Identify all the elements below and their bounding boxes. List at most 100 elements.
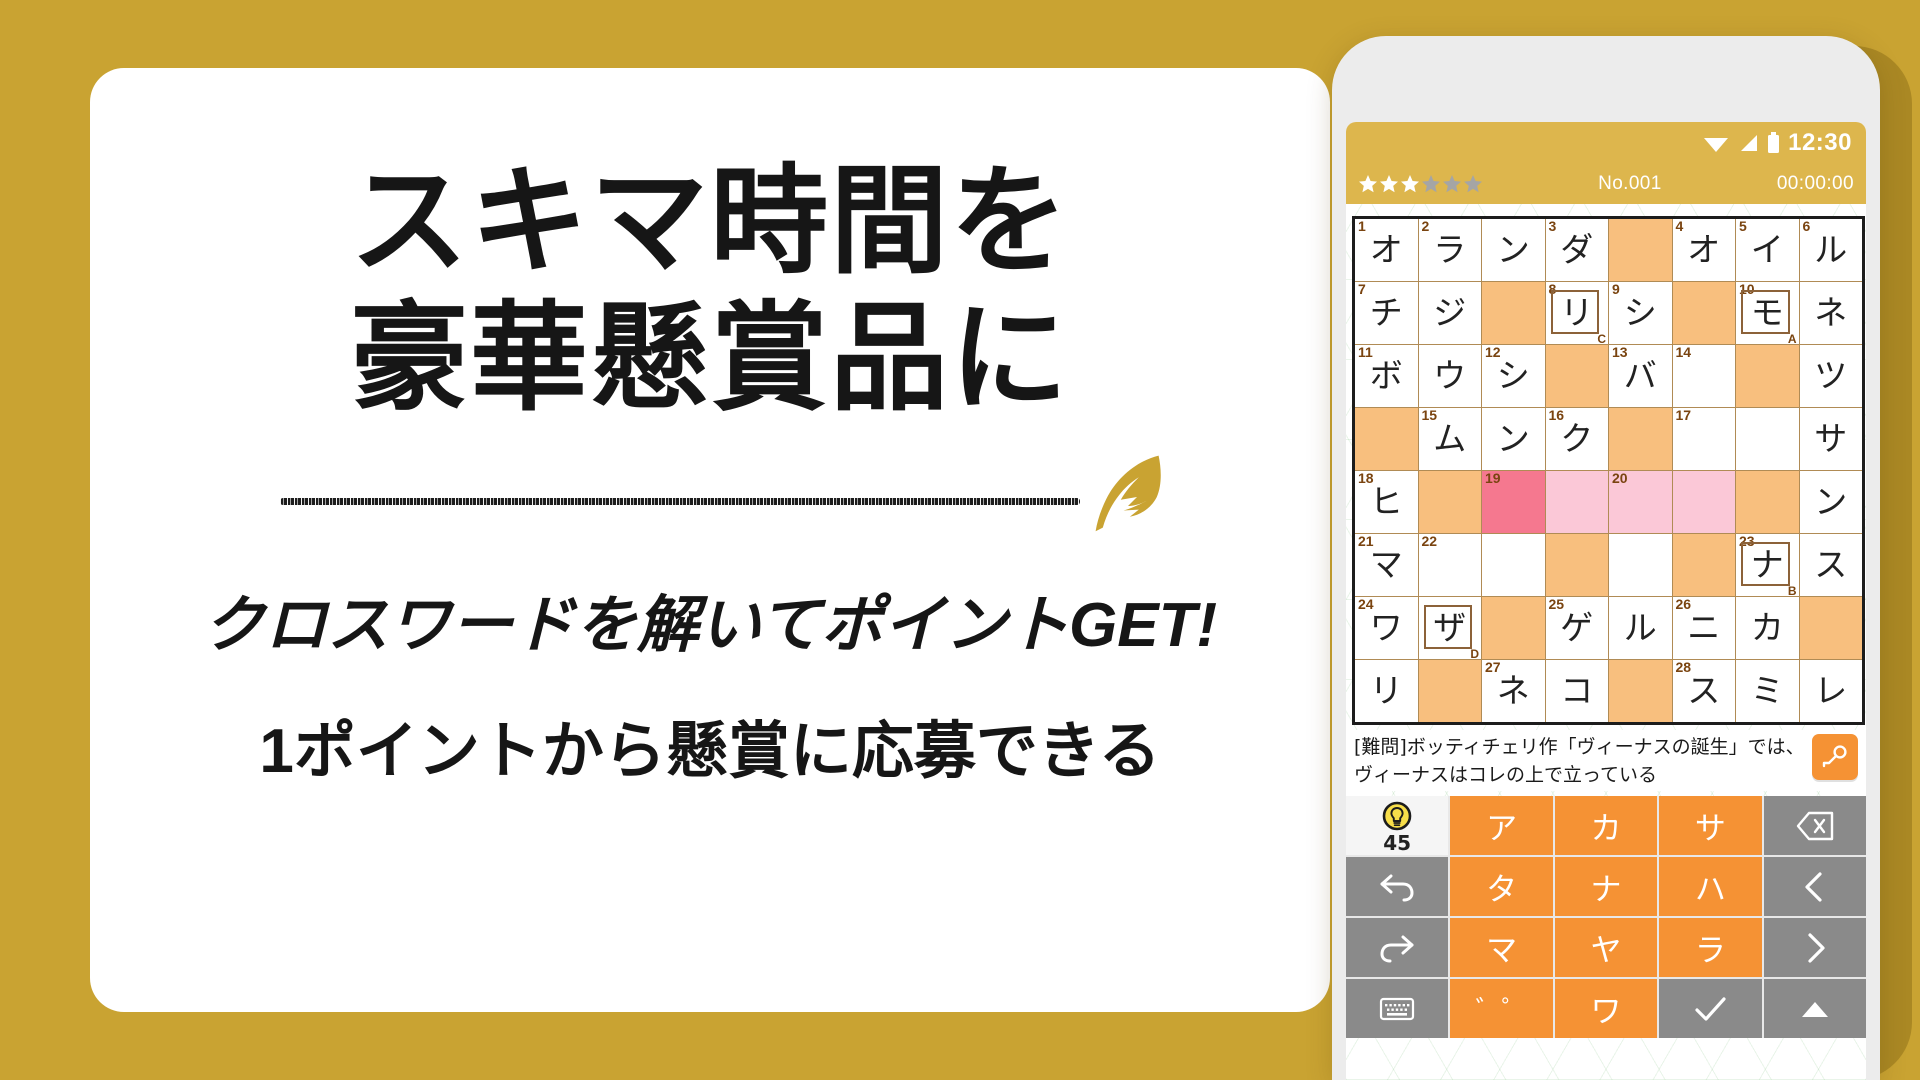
crossword-cell[interactable]: ン bbox=[1481, 407, 1546, 471]
crossword-cell-blocked[interactable] bbox=[1481, 281, 1546, 345]
kana-keyboard[interactable]: 45 ア カ サタ ナ ハマ ヤ ラ゛゜ ワ bbox=[1346, 796, 1866, 1039]
crossword-cell[interactable]: 23 ナ B bbox=[1735, 533, 1800, 597]
cell-number: 24 bbox=[1358, 596, 1374, 612]
key-dakuten[interactable]: ゛゜ bbox=[1450, 979, 1553, 1039]
crossword-cell[interactable]: ウ bbox=[1417, 344, 1482, 408]
crossword-cell-blocked[interactable] bbox=[1417, 470, 1482, 534]
prev-key[interactable] bbox=[1763, 857, 1866, 917]
next-key[interactable] bbox=[1763, 918, 1866, 978]
crossword-cell[interactable]: ル bbox=[1608, 596, 1673, 660]
crossword-cell[interactable]: 27 ネ bbox=[1481, 659, 1546, 724]
crossword-cell-blocked[interactable] bbox=[1735, 344, 1800, 408]
crossword-cell[interactable] bbox=[1735, 407, 1800, 471]
crossword-cell[interactable]: 17 bbox=[1671, 407, 1736, 471]
crossword-grid[interactable]: 1 オ 2 ラン 3 ダ 4 オ 5 イ 6 ル 7 チジ 8 リ C 9 シ 10 モ A ネ 11 ボウ 12 シ 13 バ 14 ツ 1… bbox=[1352, 216, 1865, 725]
crossword-cell[interactable]: ン bbox=[1481, 217, 1546, 282]
crossword-cell[interactable]: 13 バ bbox=[1608, 344, 1673, 408]
crossword-cell[interactable]: ス bbox=[1798, 533, 1864, 597]
cell-number: 6 bbox=[1802, 218, 1811, 234]
crossword-cell-highlighted[interactable] bbox=[1671, 470, 1736, 534]
hint-button[interactable]: 45 bbox=[1346, 796, 1449, 856]
crossword-cell[interactable]: サ bbox=[1798, 407, 1864, 471]
redo-key[interactable] bbox=[1346, 918, 1449, 978]
crossword-cell[interactable]: 9シ bbox=[1608, 281, 1673, 345]
crossword-cell-highlighted[interactable] bbox=[1544, 470, 1609, 534]
key-label: ア bbox=[1486, 811, 1518, 848]
key-ta[interactable]: タ bbox=[1450, 857, 1553, 917]
crossword-cell[interactable] bbox=[1608, 533, 1673, 597]
cell-number: 9 bbox=[1612, 281, 1620, 297]
crossword-cell[interactable]: ツ bbox=[1798, 344, 1864, 408]
crossword-cell[interactable]: 18 ヒ bbox=[1353, 470, 1419, 534]
crossword-cell-blocked[interactable] bbox=[1735, 470, 1800, 534]
key-ra[interactable]: ラ bbox=[1659, 918, 1762, 978]
magnifier-key-icon[interactable] bbox=[1812, 734, 1858, 780]
crossword-cell[interactable]: 14 bbox=[1671, 344, 1736, 408]
crossword-cell[interactable]: 21 マ bbox=[1353, 533, 1419, 597]
crossword-cell[interactable]: ネ bbox=[1798, 281, 1864, 345]
cell-letter: カ bbox=[1750, 608, 1784, 647]
crossword-cell[interactable]: レ bbox=[1798, 659, 1864, 724]
key-wa[interactable]: ワ bbox=[1554, 979, 1658, 1039]
key-na[interactable]: ナ bbox=[1554, 857, 1658, 917]
crossword-cell[interactable]: リ bbox=[1353, 659, 1419, 724]
puzzle-number: No.001 bbox=[1598, 173, 1662, 194]
key-ka[interactable]: カ bbox=[1554, 796, 1658, 856]
crossword-cell[interactable]: 6ル bbox=[1798, 217, 1864, 282]
crossword-cell[interactable]: 7チ bbox=[1353, 281, 1419, 345]
crossword-cell[interactable]: 15 ム bbox=[1417, 407, 1482, 471]
crossword-cell[interactable]: 2ラ bbox=[1417, 217, 1482, 282]
status-bar: 12:30 bbox=[1346, 122, 1866, 164]
undo-key[interactable] bbox=[1346, 857, 1449, 917]
crossword-cell[interactable]: 26 ニ bbox=[1671, 596, 1736, 660]
crossword-cell[interactable]: 28 ス bbox=[1671, 659, 1736, 724]
crossword-row: 7 チジ 8 リ C 9 シ 10 モ A ネ bbox=[1353, 281, 1864, 345]
key-sa[interactable]: サ bbox=[1659, 796, 1762, 856]
key-ma[interactable]: マ bbox=[1450, 918, 1553, 978]
cell-number: 8 bbox=[1548, 281, 1557, 297]
crossword-cell[interactable]: 11 ボ bbox=[1353, 344, 1419, 408]
crossword-cell[interactable]: 25 ゲ bbox=[1544, 596, 1609, 660]
backspace-key[interactable] bbox=[1763, 796, 1866, 856]
crossword-cell[interactable]: 12 シ bbox=[1481, 344, 1546, 408]
clue-line-2: ヴィーナスはコレの上で立っている bbox=[1354, 763, 1658, 786]
cell-number: 27 bbox=[1485, 659, 1501, 675]
crossword-cell[interactable]: コ bbox=[1544, 659, 1609, 724]
crossword-cell[interactable]: 10 モ A bbox=[1735, 281, 1800, 345]
crossword-cell-blocked[interactable] bbox=[1544, 344, 1609, 408]
crossword-cell-selected[interactable]: 19 bbox=[1481, 470, 1546, 534]
crossword-cell-blocked[interactable] bbox=[1671, 281, 1736, 345]
crossword-cell-blocked[interactable] bbox=[1608, 407, 1673, 471]
crossword-cell[interactable]: カ bbox=[1735, 596, 1800, 660]
crossword-cell-blocked[interactable] bbox=[1544, 533, 1609, 597]
crossword-cell[interactable]: 16 ク bbox=[1544, 407, 1609, 471]
crossword-cell[interactable]: 24 ワ bbox=[1353, 596, 1419, 660]
crossword-cell-blocked[interactable] bbox=[1608, 217, 1673, 282]
check-icon bbox=[1695, 996, 1726, 1021]
crossword-cell[interactable]: 22 bbox=[1417, 533, 1482, 597]
key-ya[interactable]: ヤ bbox=[1554, 918, 1658, 978]
crossword-cell-blocked[interactable] bbox=[1608, 659, 1673, 724]
crossword-cell-highlighted[interactable]: 20 bbox=[1608, 470, 1673, 534]
crossword-cell-blocked[interactable] bbox=[1417, 659, 1482, 724]
crossword-cell[interactable]: 4オ bbox=[1671, 217, 1736, 282]
crossword-cell-blocked[interactable] bbox=[1798, 596, 1864, 660]
crossword-cell[interactable]: ミ bbox=[1735, 659, 1800, 724]
crossword-cell[interactable]: ザD bbox=[1417, 596, 1482, 660]
crossword-cell-blocked[interactable] bbox=[1671, 533, 1736, 597]
crossword-cell[interactable]: 1オ bbox=[1353, 217, 1419, 282]
keyboard-toggle-key[interactable] bbox=[1346, 979, 1449, 1039]
crossword-cell-blocked[interactable] bbox=[1353, 407, 1419, 471]
key-a[interactable]: ア bbox=[1450, 796, 1553, 856]
crossword-cell[interactable]: ジ bbox=[1417, 281, 1482, 345]
crossword-cell[interactable]: 3ダ bbox=[1544, 217, 1609, 282]
crossword-cell[interactable]: 8リC bbox=[1544, 281, 1609, 345]
key-label: タ bbox=[1486, 872, 1518, 909]
collapse-key[interactable] bbox=[1763, 979, 1866, 1039]
crossword-cell[interactable] bbox=[1481, 533, 1546, 597]
confirm-key[interactable] bbox=[1659, 979, 1762, 1039]
crossword-cell-blocked[interactable] bbox=[1481, 596, 1546, 660]
key-ha[interactable]: ハ bbox=[1659, 857, 1762, 917]
crossword-cell[interactable]: 5イ bbox=[1735, 217, 1800, 282]
crossword-cell[interactable]: ン bbox=[1798, 470, 1864, 534]
